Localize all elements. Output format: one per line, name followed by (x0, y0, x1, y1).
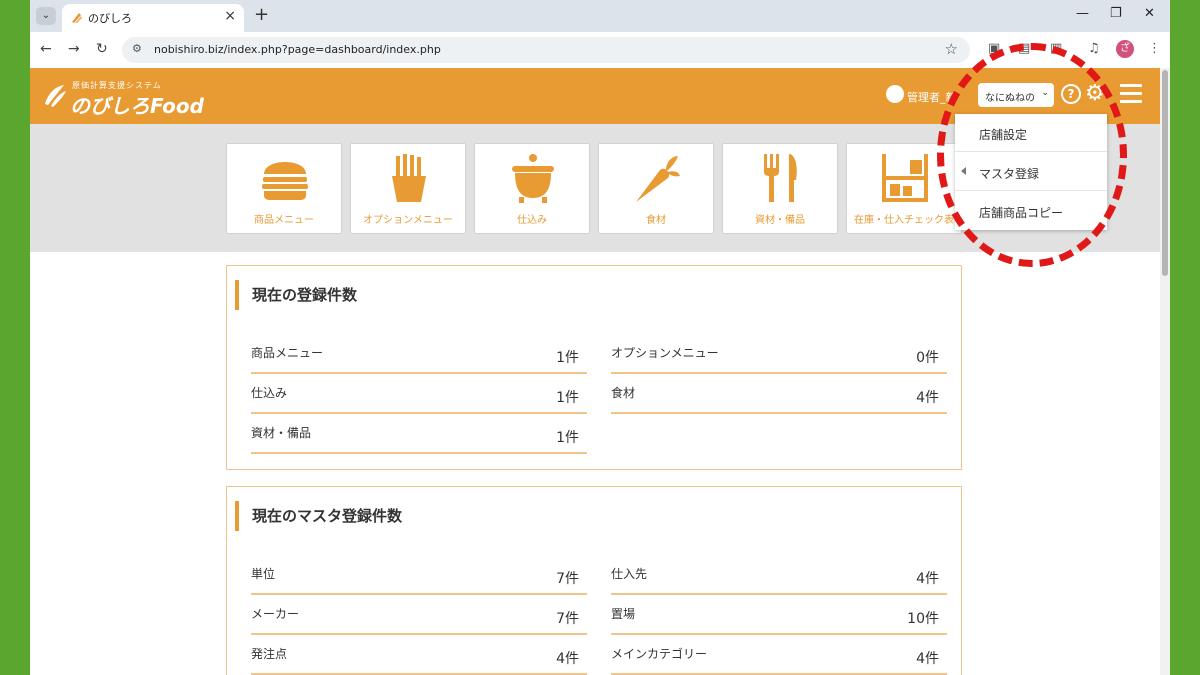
restore-icon[interactable]: ❐ (1110, 6, 1122, 21)
registration-count-panel: 現在の登録件数 商品メニュー 1件 オプションメニュー 0件 仕込み 1件 食材… (226, 265, 962, 470)
nav-card-label: 食材 (646, 215, 666, 226)
stat-value: 7件 (556, 571, 579, 587)
nav-card-prep[interactable]: 仕込み (474, 143, 590, 234)
stat-row: メーカー 7件 (251, 594, 587, 635)
utensils-icon (764, 154, 797, 202)
hamburger-icon (262, 162, 308, 200)
stat-row: メインカテゴリー 4件 (611, 634, 947, 675)
scrollbar-thumb[interactable] (1162, 70, 1168, 276)
stat-value: 1件 (556, 430, 579, 446)
more-menu-icon[interactable]: ⋮ (1148, 41, 1161, 56)
stat-label: 商品メニュー (251, 346, 324, 360)
carrot-icon (636, 156, 680, 202)
nav-card-label: 資材・備品 (755, 215, 805, 226)
nav-card-label: 商品メニュー (254, 215, 314, 226)
nav-card-label: 仕込み (517, 215, 547, 226)
tab-title: のびしろ (88, 12, 132, 25)
pot-icon (512, 154, 554, 203)
stat-row: 仕入先 4件 (611, 554, 947, 595)
user-icon (886, 85, 904, 103)
omnibox[interactable]: ⚙ nobishiro.biz/index.php?page=dashboard… (122, 37, 970, 63)
stat-label: 発注点 (251, 647, 288, 661)
stat-label: 資材・備品 (251, 426, 312, 440)
reload-icon[interactable]: ↻ (96, 41, 108, 57)
stat-value: 4件 (916, 390, 939, 406)
back-icon[interactable]: ← (40, 41, 52, 57)
stat-label: 仕入先 (611, 567, 648, 581)
stat-value: 10件 (907, 611, 939, 627)
profile-avatar[interactable]: ざ (1116, 40, 1134, 58)
stat-value: 0件 (916, 350, 939, 366)
tab-search-icon[interactable]: ⌄ (36, 7, 56, 25)
stat-row: 商品メニュー 1件 (251, 333, 587, 374)
stat-value: 4件 (916, 571, 939, 587)
nav-card-supplies[interactable]: 資材・備品 (722, 143, 838, 234)
nav-card-menu[interactable]: 商品メニュー (226, 143, 342, 234)
stat-label: メインカテゴリー (611, 647, 708, 661)
nav-card-label: 在庫・仕入チェック表 (854, 215, 954, 226)
minimize-icon[interactable]: — (1076, 6, 1089, 21)
browser-tab[interactable]: のびしろ × (62, 4, 244, 32)
new-tab-icon[interactable]: + (254, 4, 269, 25)
nav-card-ingredients[interactable]: 食材 (598, 143, 714, 234)
stat-label: 置場 (611, 607, 636, 621)
nav-card-label: オプションメニュー (363, 215, 453, 226)
stat-row: 食材 4件 (611, 373, 947, 414)
highlight-annotation (937, 43, 1127, 267)
site-info-icon[interactable]: ⚙ (132, 42, 142, 55)
media-icon[interactable]: ♫ (1088, 41, 1100, 56)
stat-value: 1件 (556, 390, 579, 406)
stat-row: 資材・備品 1件 (251, 413, 587, 454)
stat-label: メーカー (251, 607, 300, 621)
stat-row: 発注点 4件 (251, 634, 587, 675)
stat-row: 単位 7件 (251, 554, 587, 595)
logo-leaf-icon (45, 85, 66, 107)
favicon-icon (72, 13, 82, 23)
master-count-panel: 現在のマスタ登録件数 単位 7件 仕入先 4件 メーカー 7件 置場 10件 発… (226, 486, 962, 675)
stat-label: 単位 (251, 567, 276, 581)
logo-text[interactable]: のびしろFood (70, 90, 204, 119)
stat-value: 4件 (916, 651, 939, 667)
stat-value: 4件 (556, 651, 579, 667)
stat-row: 仕込み 1件 (251, 373, 587, 414)
url-text[interactable]: nobishiro.biz/index.php?page=dashboard/i… (154, 43, 441, 56)
stat-value: 1件 (556, 350, 579, 366)
fries-icon (392, 154, 426, 202)
panel-title: 現在のマスタ登録件数 (235, 501, 402, 531)
forward-icon[interactable]: → (68, 41, 80, 57)
page-scrollbar[interactable] (1160, 68, 1170, 675)
stat-row: オプションメニュー 0件 (611, 333, 947, 374)
tab-close-icon[interactable]: × (224, 8, 236, 24)
stat-value: 7件 (556, 611, 579, 627)
hamburger-menu-icon[interactable] (1120, 84, 1142, 104)
panel-title: 現在の登録件数 (235, 280, 357, 310)
stat-label: 食材 (611, 386, 636, 400)
stat-label: オプションメニュー (611, 346, 719, 360)
bookmark-star-icon[interactable]: ☆ (945, 40, 958, 58)
window-close-icon[interactable]: ✕ (1144, 6, 1155, 21)
shelf-icon (882, 154, 928, 202)
stat-row: 置場 10件 (611, 594, 947, 635)
browser-window: ⌄ のびしろ × + — ❐ ✕ ← → ↻ ⚙ nobishiro.biz/i… (30, 0, 1170, 675)
stat-label: 仕込み (251, 386, 288, 400)
tab-bar: ⌄ のびしろ × + — ❐ ✕ (30, 0, 1170, 32)
nav-card-option-menu[interactable]: オプションメニュー (350, 143, 466, 234)
